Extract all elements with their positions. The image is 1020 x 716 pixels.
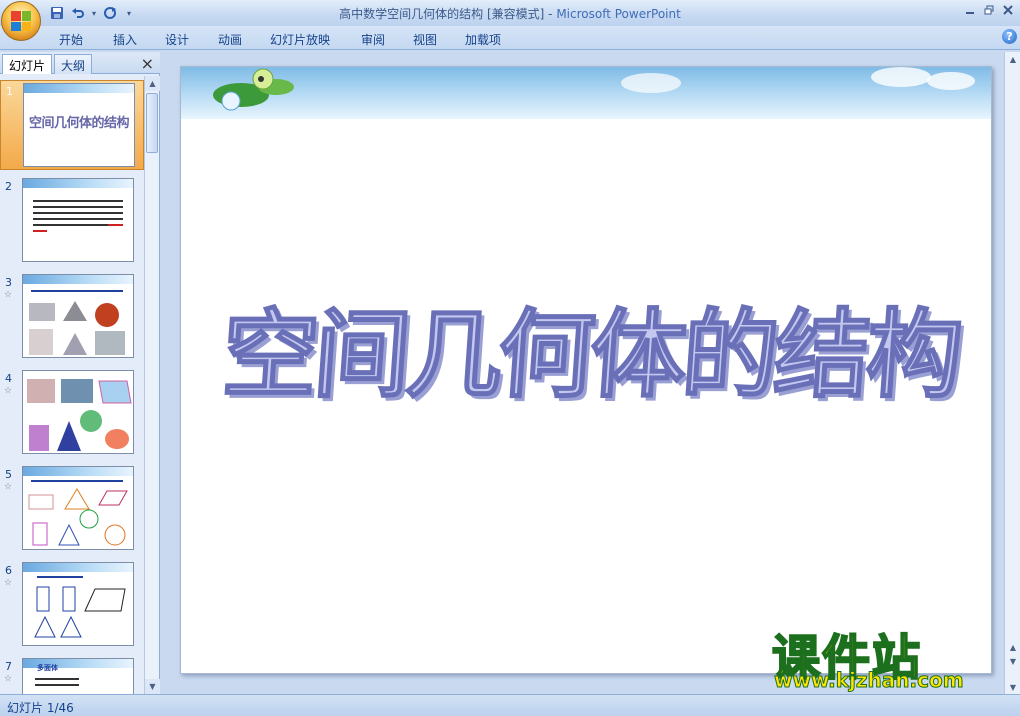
tab-review[interactable]: 审阅 — [361, 31, 385, 48]
panel-scrollbar[interactable]: ▲ ▼ — [144, 76, 160, 694]
document-title: 高中数学空间几何体的结构 [兼容模式] — [339, 7, 545, 21]
scroll-down-icon[interactable]: ▼ — [1005, 680, 1020, 694]
scroll-up-icon[interactable]: ▲ — [145, 76, 160, 91]
slide-preview — [22, 466, 134, 550]
animation-star-icon: ☆ — [4, 578, 13, 588]
scroll-up-icon[interactable]: ▲ — [1005, 52, 1020, 66]
decorative-header-graphic — [213, 67, 975, 111]
animation-star-icon: ☆ — [4, 386, 13, 396]
slide-counter: 幻灯片 1/46 — [7, 701, 74, 715]
slide-number: 2 — [5, 180, 12, 193]
window-controls — [962, 3, 1016, 17]
slide-header-band — [23, 179, 133, 188]
status-bar: 幻灯片 1/46 — [0, 694, 1020, 716]
scrollbar-thumb[interactable] — [146, 93, 158, 153]
objects-photos-graphic — [29, 290, 125, 355]
text-lines-graphic — [35, 678, 79, 686]
slide-thumbnail-5[interactable]: 5 ☆ — [0, 464, 144, 554]
slide-number: 4 — [5, 372, 12, 385]
slide-header-band — [23, 563, 133, 572]
window-title: 高中数学空间几何体的结构 [兼容模式] - Microsoft PowerPoi… — [0, 5, 1020, 22]
slide-number: 5 — [5, 468, 12, 481]
slide-preview: 多面体 — [22, 658, 134, 694]
minimize-button[interactable] — [962, 3, 978, 17]
watermark-url: www.kjzhan.com — [774, 668, 965, 693]
thumbnail-title: 空间几何体的结构 — [28, 116, 130, 131]
slide-preview — [22, 274, 134, 358]
slide-number: 3 — [5, 276, 12, 289]
thumbnail-list: 1 空间几何体的结构 2 3 ☆ 4 ☆ 5 ☆ 6 ☆ 7 ☆ 多面体 — [0, 76, 144, 694]
slide-thumbnail-3[interactable]: 3 ☆ — [0, 272, 144, 362]
slide-header-band — [23, 467, 133, 476]
scroll-down-icon[interactable]: ▼ — [145, 679, 160, 694]
slide-thumbnail-2[interactable]: 2 — [0, 176, 144, 266]
app-name: Microsoft PowerPoint — [556, 7, 681, 21]
next-slide-icon[interactable]: ▼ — [1005, 654, 1020, 668]
polyhedra-graphic — [34, 576, 126, 638]
animation-star-icon: ☆ — [4, 674, 13, 684]
help-icon[interactable]: ? — [1002, 29, 1017, 44]
shape-drawings-graphic — [28, 480, 128, 546]
slide-preview: 空间几何体的结构 — [23, 83, 135, 167]
tab-view[interactable]: 视图 — [413, 31, 437, 48]
slide-number: 6 — [5, 564, 12, 577]
ribbon-tabs: 开始 插入 设计 动画 幻灯片放映 审阅 视图 加载项 ? — [0, 26, 1020, 50]
tab-design[interactable]: 设计 — [165, 31, 189, 48]
slide-preview — [22, 178, 134, 262]
slide-header-band — [24, 84, 134, 93]
office-logo-icon — [11, 11, 31, 31]
slide-header-band — [23, 275, 133, 284]
slide-header-band — [181, 67, 991, 119]
slide-thumbnail-6[interactable]: 6 ☆ — [0, 560, 144, 650]
restore-button[interactable] — [981, 3, 997, 17]
animation-star-icon: ☆ — [4, 290, 13, 300]
slides-panel: 幻灯片 大纲 × 1 空间几何体的结构 2 3 ☆ 4 ☆ 5 ☆ 6 ☆ 7 … — [0, 52, 160, 694]
slide-thumbnail-7[interactable]: 7 ☆ 多面体 — [0, 656, 144, 694]
office-button[interactable] — [1, 1, 41, 41]
close-icon[interactable] — [1000, 3, 1016, 17]
slide-preview — [22, 370, 134, 454]
slide-workspace: 空间几何体的结构 ▲ ▲ ▼ ▼ — [162, 52, 1020, 694]
main-scrollbar[interactable]: ▲ ▲ ▼ ▼ — [1004, 52, 1020, 694]
tab-home[interactable]: 开始 — [59, 31, 83, 48]
close-icon[interactable]: × — [141, 54, 154, 73]
slide-number: 1 — [6, 85, 13, 98]
slide-canvas[interactable]: 空间几何体的结构 — [180, 66, 992, 674]
title-separator: - — [544, 7, 557, 21]
tab-insert[interactable]: 插入 — [113, 31, 137, 48]
tab-slides[interactable]: 幻灯片 — [2, 54, 53, 74]
slide-title[interactable]: 空间几何体的结构 — [216, 277, 966, 416]
solids-graphic — [27, 379, 132, 451]
slide-number: 7 — [5, 660, 12, 673]
slide-preview — [22, 562, 134, 646]
thumbnail-heading: 多面体 — [37, 664, 58, 672]
tab-slideshow[interactable]: 幻灯片放映 — [270, 31, 330, 48]
slide-thumbnail-1[interactable]: 1 空间几何体的结构 — [0, 80, 144, 170]
panel-tabs: 幻灯片 大纲 × — [0, 52, 160, 74]
tab-outline[interactable]: 大纲 — [54, 54, 93, 74]
animation-star-icon: ☆ — [4, 482, 13, 492]
previous-slide-icon[interactable]: ▲ — [1005, 640, 1020, 654]
watermark-logo: 课件站 www.kjzhan.com — [771, 618, 1002, 693]
tab-animations[interactable]: 动画 — [218, 31, 242, 48]
title-bar: ▾ ▾ 高中数学空间几何体的结构 [兼容模式] - Microsoft Powe… — [0, 0, 1020, 41]
text-lines-graphic — [33, 200, 123, 232]
slide-thumbnail-4[interactable]: 4 ☆ — [0, 368, 144, 458]
tab-addins[interactable]: 加载项 — [465, 31, 501, 48]
